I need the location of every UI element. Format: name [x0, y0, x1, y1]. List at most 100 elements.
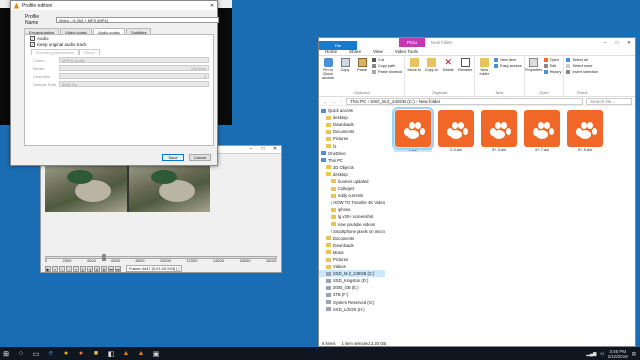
goto-end-button[interactable]: ⏭	[115, 265, 121, 272]
ribbon-tab-view[interactable]: View	[367, 49, 389, 54]
nav-item[interactable]: Quick access	[319, 107, 385, 114]
nav-item[interactable]: SSD_L/SON (H:)	[319, 306, 385, 313]
field-value[interactable]: 8000 Hz	[59, 81, 209, 87]
copy-path-button[interactable]: Copy path	[372, 64, 402, 68]
cut-button[interactable]: Cut	[372, 58, 402, 62]
network-icon[interactable]: ▂▄▆	[586, 351, 596, 357]
nav-item[interactable]: f1	[319, 142, 385, 149]
maximize-icon[interactable]: □	[257, 146, 269, 153]
nav-item[interactable]: eddy currents	[319, 192, 385, 199]
delete-button[interactable]: ✕ Delete	[441, 58, 455, 73]
search-input[interactable]: Search Ne...	[586, 97, 632, 105]
file-item[interactable]: 3+-3.avi	[480, 110, 518, 152]
breadcrumb-item[interactable]: New folder	[419, 99, 441, 104]
new-item-button[interactable]: New item	[494, 58, 521, 62]
subtab[interactable]: Filters	[79, 49, 100, 55]
file-explorer-icon[interactable]: ■	[90, 348, 102, 359]
nav-item[interactable]: Documents	[319, 128, 385, 135]
save-button[interactable]: Save	[162, 154, 184, 161]
chrome-icon[interactable]: ●	[60, 348, 72, 359]
open-button[interactable]: Open	[543, 58, 562, 62]
rename-button[interactable]: Rename	[458, 58, 472, 72]
nav-item[interactable]: Colleges	[319, 185, 385, 192]
nav-item[interactable]: 3TB (F:)	[319, 291, 385, 298]
breadcrumb-item[interactable]: SSD_M.2_240GB (C:)	[370, 99, 415, 104]
nav-item[interactable]: Pictures	[319, 135, 385, 142]
next-key-button[interactable]: ›|	[87, 265, 93, 272]
nav-item[interactable]: Pictures	[319, 256, 385, 263]
nav-item[interactable]: new youtube videos	[319, 221, 385, 228]
nav-item[interactable]: boomer updated	[319, 178, 385, 185]
nav-item[interactable]: desktop	[319, 171, 385, 178]
audio-checkbox[interactable]: ✓ Audio	[30, 36, 213, 41]
nav-item[interactable]: 2000_GB (E:)	[319, 284, 385, 291]
copy-button[interactable]: Copy	[338, 58, 352, 80]
nav-item[interactable]: This PC	[319, 157, 385, 164]
close-icon[interactable]: ✕	[207, 3, 217, 9]
ribbon-tab-video-tools[interactable]: Video Tools	[389, 49, 424, 54]
mark-a-button[interactable]: A	[94, 265, 100, 272]
nav-item[interactable]: Music	[319, 249, 385, 256]
paste-shortcut-button[interactable]: Paste shortcut	[372, 70, 402, 74]
nav-item[interactable]: System Reserved (G:)	[319, 299, 385, 306]
goto-start-button[interactable]: ⏮	[108, 265, 114, 272]
up-arrow-icon[interactable]: ↑	[340, 99, 342, 104]
task-view-icon[interactable]: ▭	[30, 348, 42, 359]
new-folder-button[interactable]: New folder	[477, 58, 491, 76]
nav-item[interactable]: Videos	[319, 263, 385, 270]
maximize-icon[interactable]: □	[611, 40, 623, 46]
clock[interactable]: 3:46 PM 2/10/2019	[608, 349, 628, 359]
volume-icon[interactable]: ◖)	[599, 351, 603, 356]
play-button[interactable]: ▶	[45, 265, 51, 272]
nav-item[interactable]: SSD_M.2_240GB (C:)	[319, 270, 385, 278]
file-item[interactable]: 2-3.avi	[437, 110, 475, 152]
search-icon[interactable]: ○	[15, 348, 27, 359]
ribbon-tab-file[interactable]: File	[319, 41, 357, 50]
picture-tools-tab[interactable]: Pictu	[399, 38, 426, 47]
file-item[interactable]: 1.avi	[392, 107, 434, 152]
move-to-button[interactable]: Move to	[407, 58, 421, 72]
prev-key-button[interactable]: |‹	[80, 265, 86, 272]
address-path[interactable]: This PC › SSD_M.2_240GB (C:) › New folde…	[346, 97, 583, 105]
firefox-icon[interactable]: ●	[75, 348, 87, 359]
field-value[interactable]: 2	[59, 73, 209, 79]
breadcrumb-item[interactable]: This PC	[350, 99, 366, 104]
forward-button[interactable]: »	[73, 265, 79, 272]
nav-item[interactable]: OneDrive	[319, 150, 385, 157]
nav-item[interactable]: Downloads	[319, 121, 385, 128]
edit-button[interactable]: Edit	[543, 64, 562, 68]
subtab[interactable]: Encoding parameters	[31, 49, 80, 55]
field-value[interactable]: MPEG Audio	[59, 57, 209, 63]
close-icon[interactable]: ✕	[623, 40, 635, 46]
paste-button[interactable]: Paste	[355, 58, 369, 80]
copy-to-button[interactable]: Copy to	[424, 58, 438, 72]
select-none-button[interactable]: Select none	[566, 64, 598, 68]
notifications-icon[interactable]: ▤	[632, 351, 636, 357]
profile-name-input[interactable]: Video - H.264 + MP3 (MP4)	[55, 17, 220, 23]
editor-app-icon[interactable]: ◧	[105, 348, 117, 359]
nav-item[interactable]: SSD_Kingston (D:)	[319, 277, 385, 284]
vlc-icon-2[interactable]: ▲	[135, 348, 147, 359]
file-item[interactable]: 5+-9.avi	[566, 110, 604, 152]
invert-selection-button[interactable]: Invert selection	[566, 70, 598, 74]
nav-item[interactable]: Documents	[319, 235, 385, 242]
vlc-icon[interactable]: ▲	[120, 348, 132, 359]
rewind-button[interactable]: «	[52, 265, 58, 272]
cancel-button[interactable]: Cancel	[189, 154, 211, 161]
pin-quick-access-button[interactable]: Pin to Quick access	[321, 58, 335, 80]
field-value[interactable]: 128 kb/s	[59, 65, 209, 71]
edge-icon[interactable]: e	[45, 348, 57, 359]
nav-item[interactable]: desktop	[319, 114, 385, 121]
properties-button[interactable]: Properties	[525, 58, 542, 74]
history-button[interactable]: History	[543, 70, 561, 74]
mark-b-button[interactable]: B	[101, 265, 107, 272]
next-frame-button[interactable]: ›	[66, 265, 72, 272]
file-item[interactable]: 4+-7.avi	[523, 110, 561, 152]
start-icon[interactable]: ⊞	[0, 348, 12, 359]
nav-item[interactable]: Downloads	[319, 242, 385, 249]
app-icon[interactable]: ▣	[150, 348, 162, 359]
prev-frame-button[interactable]: ‹	[59, 265, 65, 272]
nav-item[interactable]: 3D Objects	[319, 164, 385, 171]
nav-item[interactable]: Smartphone pixels on micro	[319, 228, 385, 235]
minimize-icon[interactable]: –	[599, 40, 611, 46]
